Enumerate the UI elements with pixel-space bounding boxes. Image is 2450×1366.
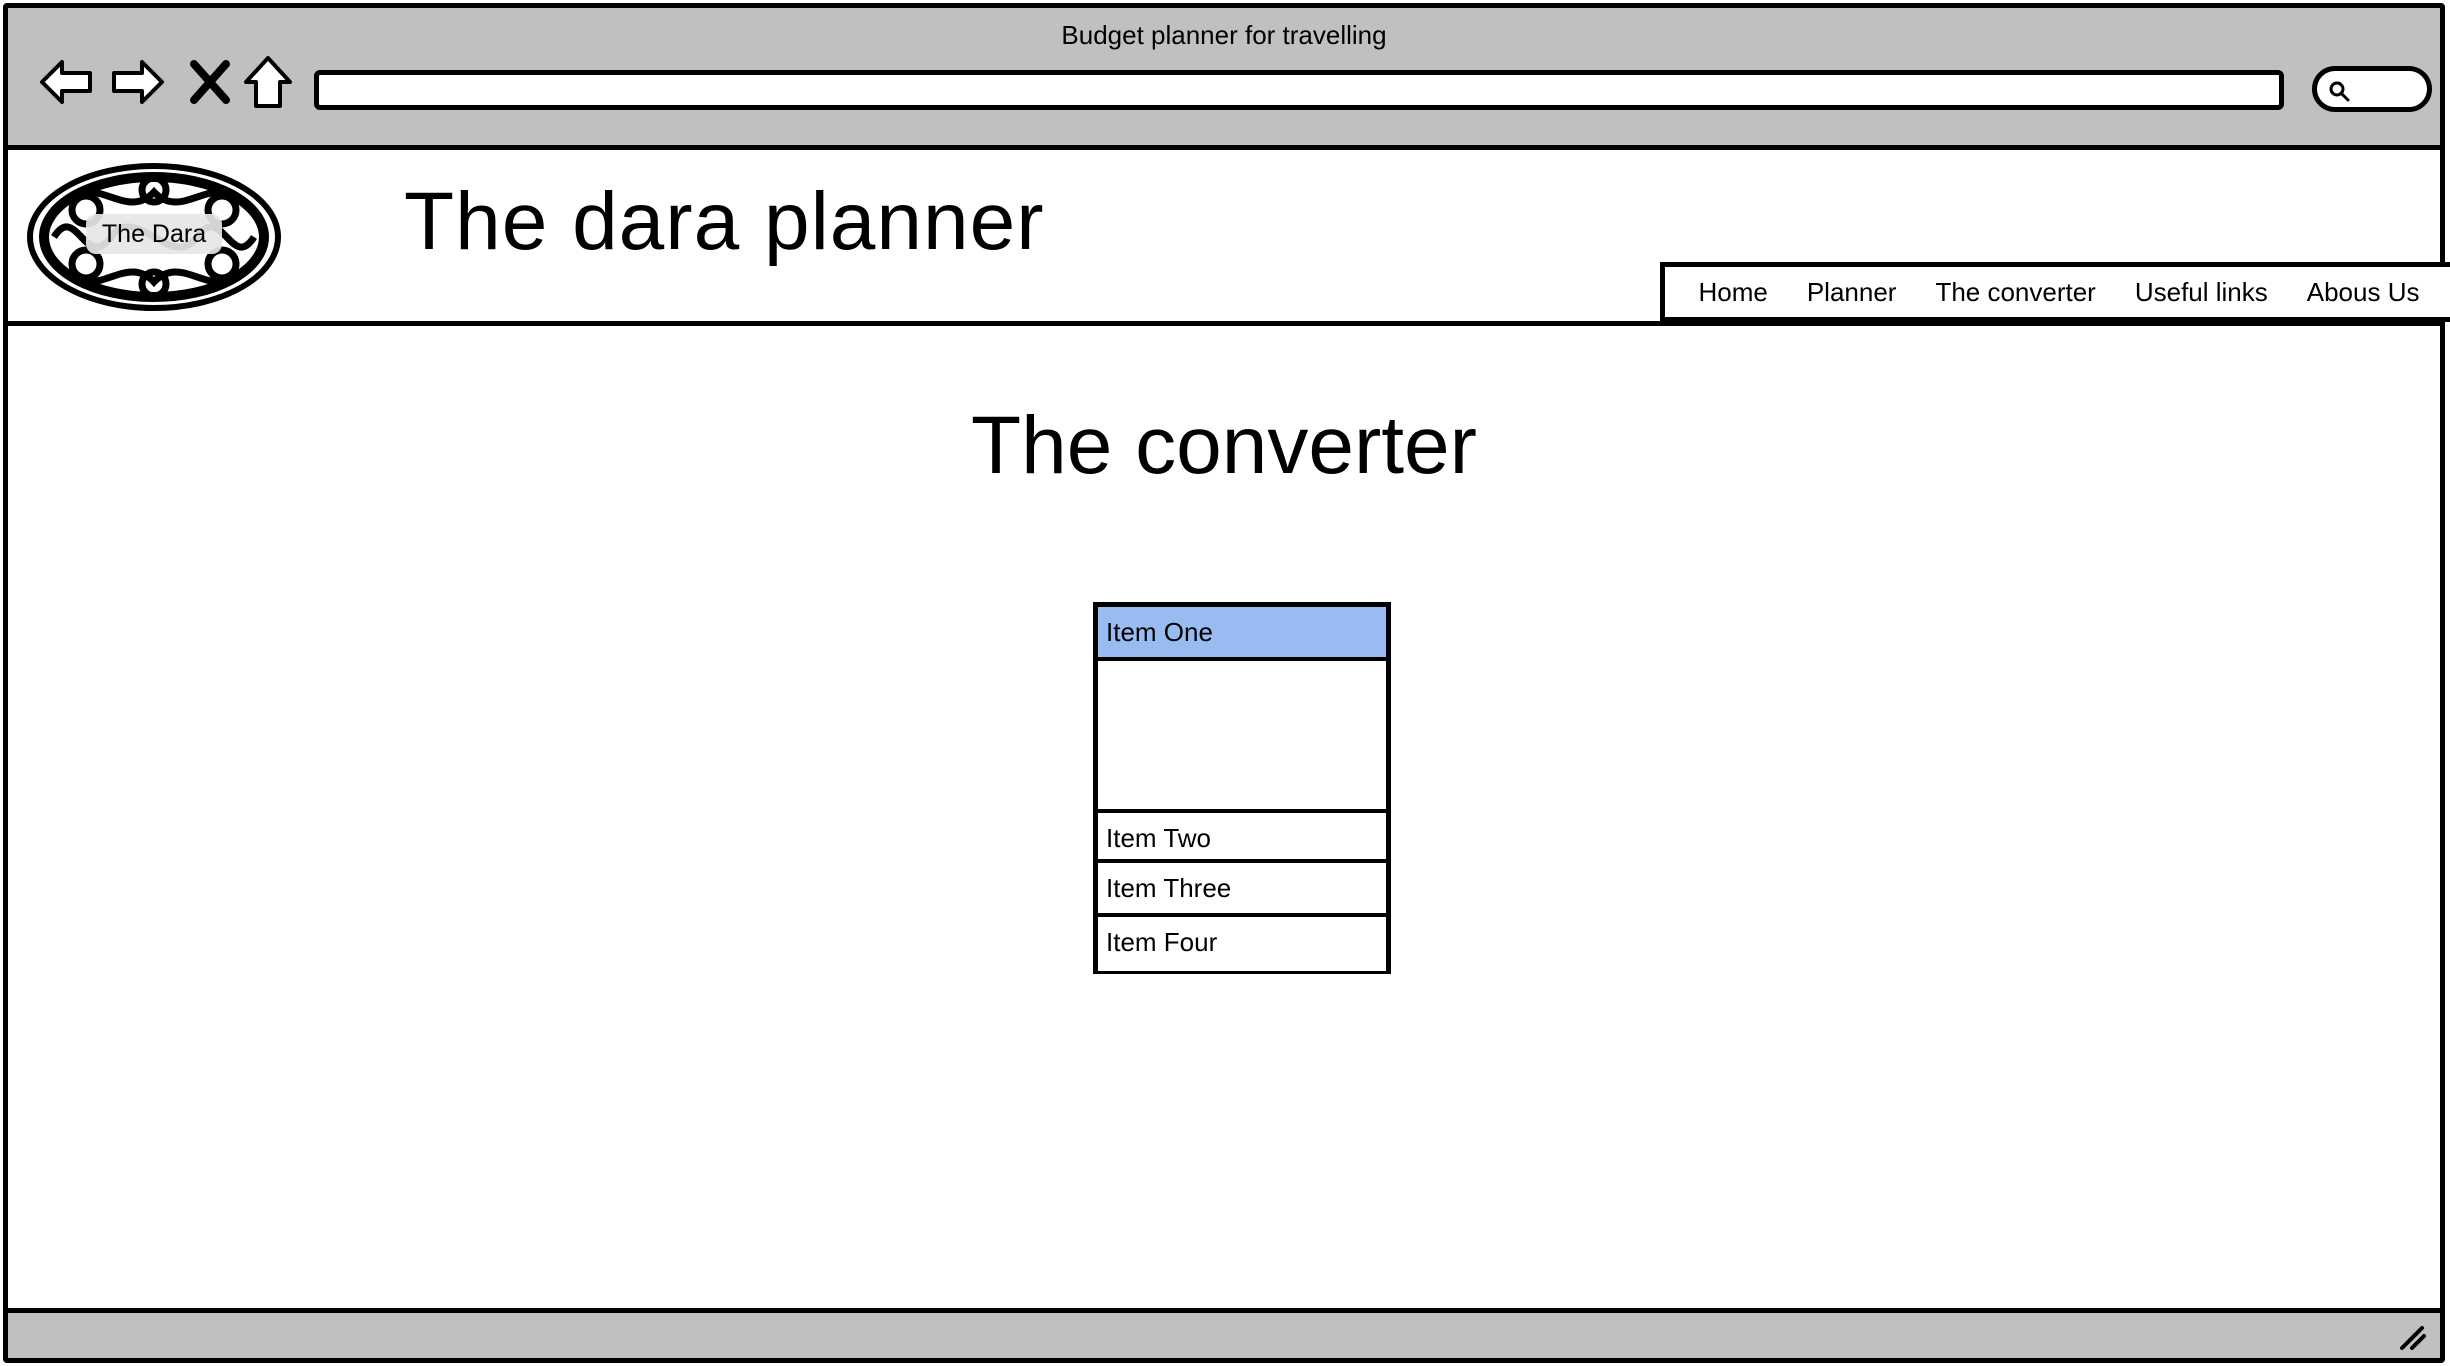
menu-item-home[interactable]: Home [1692,272,1773,312]
menu-item-converter[interactable]: The converter [1929,272,2101,312]
item-list[interactable]: Item One Item Two Item Three Item Four [1093,602,1391,974]
site-title: The dara planner [404,176,1045,267]
status-bar [8,1308,2440,1358]
browser-chrome: Budget planner for travelling [8,8,2440,150]
home-icon [244,56,292,108]
search-icon [2329,81,2350,102]
list-item-four[interactable]: Item Four [1098,917,1386,971]
forward-button[interactable] [108,52,168,112]
main-menu: Home Planner The converter Useful links … [1660,262,2450,322]
list-item-two[interactable]: Item Two [1098,809,1386,863]
stop-button[interactable] [180,52,240,112]
resize-grip[interactable] [2396,1320,2428,1352]
search-button[interactable] [2312,66,2432,112]
list-item-one[interactable]: Item One [1098,607,1386,661]
menu-item-planner[interactable]: Planner [1801,272,1903,312]
back-button[interactable] [36,52,96,112]
home-button[interactable] [238,52,298,112]
menu-item-about-us[interactable]: Abous Us [2301,272,2426,312]
page-heading: The converter [971,400,1477,491]
list-item-three[interactable]: Item Three [1098,863,1386,917]
site-header: The Dara The dara planner Home Planner T… [8,150,2450,326]
close-icon [190,60,230,104]
resize-grip-icon [2400,1326,2426,1350]
arrow-right-icon [112,60,164,104]
menu-item-useful-links[interactable]: Useful links [2129,272,2274,312]
arrow-left-icon [40,60,92,104]
browser-window: Budget planner for travelling The Dara T… [3,3,2450,1363]
address-bar[interactable] [314,70,2284,110]
logo-text: The Dara [86,214,222,254]
logo[interactable]: The Dara [26,162,282,312]
window-title: Budget planner for travelling [1061,20,1387,50]
